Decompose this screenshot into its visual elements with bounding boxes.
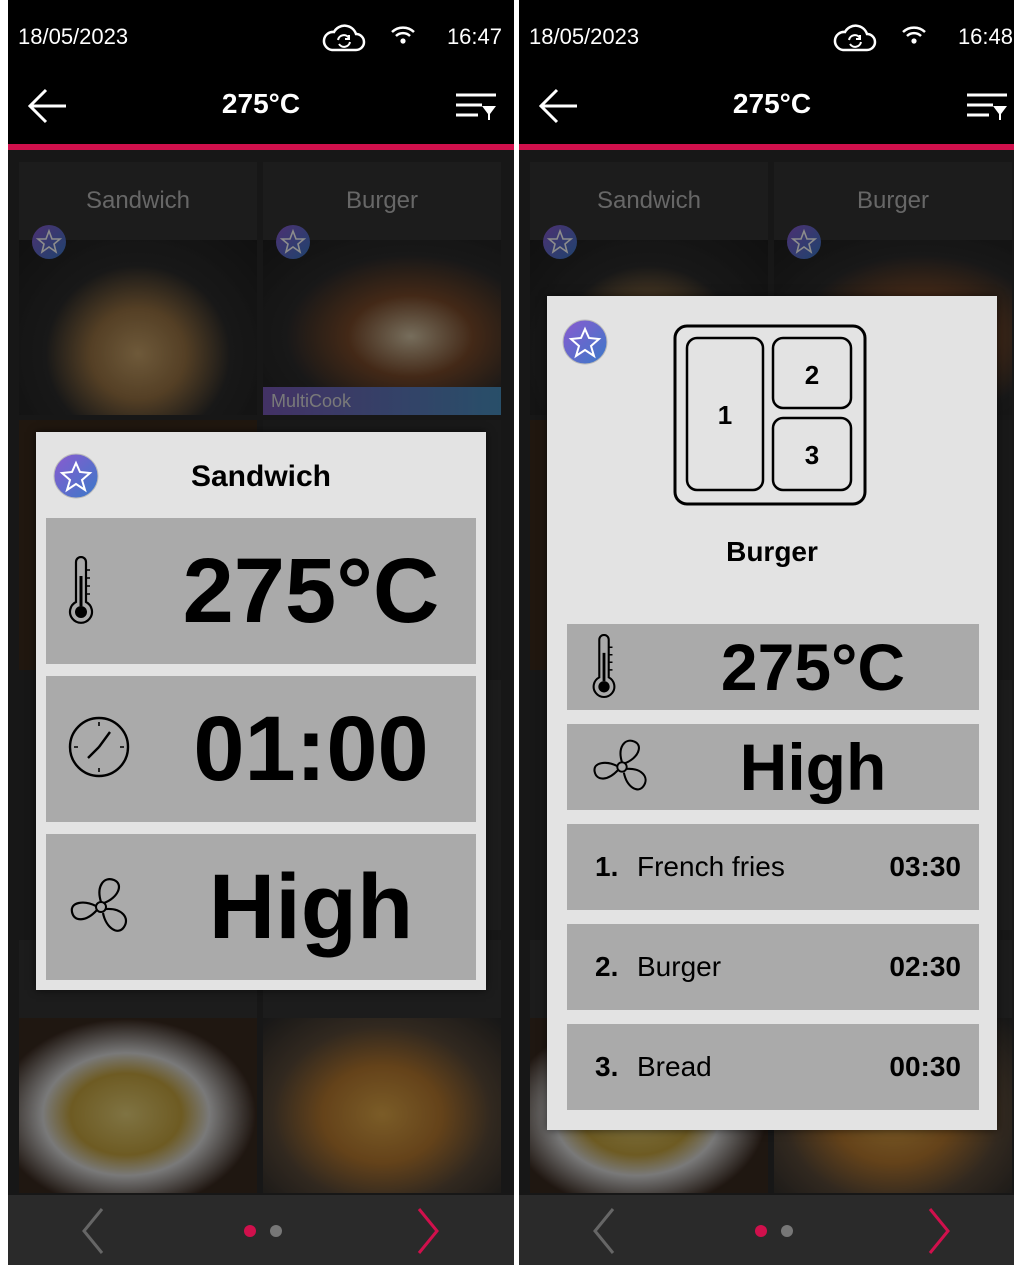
fan-value: High bbox=[208, 856, 414, 958]
step-time: 03:30 bbox=[889, 851, 961, 882]
thermometer-icon bbox=[68, 556, 94, 624]
wifi-icon bbox=[902, 26, 926, 44]
fan-icon bbox=[70, 878, 128, 932]
pagination-footer bbox=[8, 1195, 514, 1265]
cook-step-row[interactable]: 2. Burger 02:30 bbox=[567, 924, 979, 1010]
recipe-detail-popup: Sandwich 275°C 01:00 High bbox=[36, 432, 486, 990]
star-icon[interactable] bbox=[561, 318, 609, 366]
chevron-left-icon[interactable] bbox=[589, 1205, 619, 1257]
status-bar: 18/05/2023 16:48 bbox=[519, 0, 1014, 70]
fan-row[interactable]: High bbox=[567, 724, 979, 810]
tray-slot-1: 1 bbox=[718, 400, 732, 430]
tray-slot-3: 3 bbox=[805, 440, 819, 470]
app-header: 275°C bbox=[8, 70, 514, 144]
header-temperature: 275°C bbox=[732, 88, 812, 119]
filter-icon[interactable] bbox=[965, 92, 1009, 122]
step-time: 00:30 bbox=[889, 1051, 961, 1082]
page-dot[interactable] bbox=[270, 1225, 282, 1237]
tray-layout-diagram: 1 2 3 bbox=[673, 324, 867, 506]
duration-row[interactable]: 01:00 bbox=[46, 676, 476, 822]
status-date: 18/05/2023 bbox=[18, 24, 129, 49]
filter-icon[interactable] bbox=[454, 92, 498, 122]
temperature-row[interactable]: 275°C bbox=[46, 518, 476, 664]
fan-value: High bbox=[739, 730, 887, 804]
multicook-detail-popup: 1 2 3 Burger 275°C High 1. French fries … bbox=[547, 296, 997, 1130]
screen-sandwich: 18/05/2023 16:47 275°C Sandwich Burger M… bbox=[8, 0, 514, 1265]
cook-step-row[interactable]: 1. French fries 03:30 bbox=[567, 824, 979, 910]
fan-icon bbox=[593, 739, 647, 791]
page-dot-active[interactable] bbox=[755, 1225, 767, 1237]
thermometer-icon bbox=[592, 634, 616, 698]
page-dot[interactable] bbox=[781, 1225, 793, 1237]
cloud-sync-icon bbox=[833, 24, 877, 52]
chevron-right-icon[interactable] bbox=[924, 1205, 954, 1257]
status-bar: 18/05/2023 16:47 bbox=[8, 0, 514, 70]
header-temperature: 275°C bbox=[221, 88, 301, 119]
status-time: 16:47 bbox=[446, 24, 502, 49]
popup-title: Sandwich bbox=[190, 460, 332, 493]
cook-step-row[interactable]: 3. Bread 00:30 bbox=[567, 1024, 979, 1110]
chevron-left-icon[interactable] bbox=[78, 1205, 108, 1257]
cloud-sync-icon bbox=[322, 24, 366, 52]
step-name: French fries bbox=[637, 851, 785, 882]
step-name: Burger bbox=[637, 951, 722, 982]
duration-value: 01:00 bbox=[193, 698, 429, 800]
step-name: Bread bbox=[637, 1051, 712, 1082]
step-time: 02:30 bbox=[889, 951, 961, 982]
page-dot-active[interactable] bbox=[244, 1225, 256, 1237]
status-time: 16:48 bbox=[957, 24, 1013, 49]
step-number: 2. bbox=[595, 951, 619, 982]
temperature-value: 275°C bbox=[720, 630, 906, 704]
step-number: 3. bbox=[595, 1051, 619, 1082]
temperature-value: 275°C bbox=[182, 540, 440, 642]
wifi-icon bbox=[391, 26, 415, 44]
screen-burger: 18/05/2023 16:48 275°C Sandwich Burger 1… bbox=[519, 0, 1014, 1265]
clock-icon bbox=[68, 716, 130, 778]
popup-title: Burger bbox=[726, 536, 818, 567]
app-header: 275°C bbox=[519, 70, 1014, 144]
chevron-right-icon[interactable] bbox=[413, 1205, 443, 1257]
pagination-footer bbox=[519, 1195, 1014, 1265]
tray-slot-2: 2 bbox=[805, 360, 819, 390]
step-number: 1. bbox=[595, 851, 619, 882]
temperature-row[interactable]: 275°C bbox=[567, 624, 979, 710]
status-date: 18/05/2023 bbox=[529, 24, 640, 49]
fan-row[interactable]: High bbox=[46, 834, 476, 980]
